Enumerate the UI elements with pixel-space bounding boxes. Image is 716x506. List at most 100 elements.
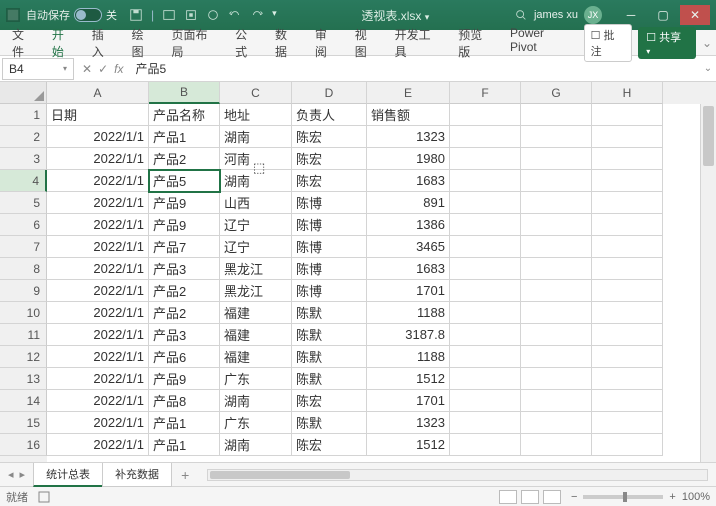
cell[interactable]: 广东 xyxy=(220,412,292,434)
cell[interactable]: 陈宏 xyxy=(292,126,367,148)
cell[interactable] xyxy=(592,412,663,434)
cell[interactable]: 3187.8 xyxy=(367,324,450,346)
ribbon-tab-10[interactable]: 预览版 xyxy=(450,22,502,64)
macro-icon[interactable] xyxy=(38,491,50,503)
cell[interactable]: 1323 xyxy=(367,126,450,148)
row-header[interactable]: 10 xyxy=(0,302,47,324)
qat-icon-3[interactable] xyxy=(206,8,220,22)
row-header[interactable]: 6 xyxy=(0,214,47,236)
formula-expand-icon[interactable]: ⌄ xyxy=(700,63,716,74)
ribbon-tab-3[interactable]: 绘图 xyxy=(124,22,164,64)
cell[interactable] xyxy=(592,126,663,148)
cell[interactable]: 1701 xyxy=(367,390,450,412)
cell[interactable] xyxy=(521,346,592,368)
zoom-in-button[interactable]: + xyxy=(669,491,675,503)
cell[interactable]: 2022/1/1 xyxy=(47,412,149,434)
cell[interactable]: 1386 xyxy=(367,214,450,236)
ribbon-tab-8[interactable]: 视图 xyxy=(347,22,387,64)
cell[interactable] xyxy=(450,236,521,258)
cell[interactable] xyxy=(521,412,592,434)
cell[interactable] xyxy=(592,346,663,368)
cell[interactable] xyxy=(450,148,521,170)
row-header[interactable]: 2 xyxy=(0,126,47,148)
cell[interactable]: 产品2 xyxy=(149,302,220,324)
cell[interactable] xyxy=(521,104,592,126)
cell[interactable] xyxy=(521,434,592,456)
column-header[interactable]: A xyxy=(47,82,149,104)
cell[interactable] xyxy=(592,368,663,390)
ribbon-tab-5[interactable]: 公式 xyxy=(227,22,267,64)
cell[interactable]: 2022/1/1 xyxy=(47,236,149,258)
cell[interactable]: 辽宁 xyxy=(220,236,292,258)
cell[interactable]: 黑龙江 xyxy=(220,280,292,302)
cell[interactable]: 2022/1/1 xyxy=(47,302,149,324)
row-header[interactable]: 1 xyxy=(0,104,47,126)
view-pagebreak-button[interactable] xyxy=(543,490,561,504)
cell[interactable]: 陈默 xyxy=(292,412,367,434)
column-header[interactable]: G xyxy=(521,82,592,104)
column-header[interactable]: B xyxy=(149,82,220,104)
sheet-tab[interactable]: 补充数据 xyxy=(102,463,172,487)
cell[interactable] xyxy=(521,258,592,280)
cell[interactable]: 2022/1/1 xyxy=(47,192,149,214)
cell[interactable]: 1512 xyxy=(367,434,450,456)
cell[interactable] xyxy=(450,412,521,434)
zoom-level[interactable]: 100% xyxy=(682,491,710,503)
undo-icon[interactable] xyxy=(228,8,242,22)
ribbon-tab-11[interactable]: Power Pivot xyxy=(502,22,582,64)
cell[interactable]: 产品名称 xyxy=(149,104,220,126)
cell[interactable]: 2022/1/1 xyxy=(47,390,149,412)
ribbon-tab-2[interactable]: 插入 xyxy=(84,22,124,64)
cell[interactable]: 2022/1/1 xyxy=(47,214,149,236)
cell[interactable]: 1683 xyxy=(367,170,450,192)
cell[interactable]: 1188 xyxy=(367,302,450,324)
cell[interactable]: 河南 xyxy=(220,148,292,170)
cell[interactable] xyxy=(450,126,521,148)
cell[interactable]: 产品5 xyxy=(149,170,220,192)
cell[interactable] xyxy=(592,280,663,302)
ribbon-collapse-icon[interactable]: ⌄ xyxy=(702,36,712,50)
cell[interactable]: 产品1 xyxy=(149,412,220,434)
cell[interactable] xyxy=(450,390,521,412)
cell[interactable]: 负责人 xyxy=(292,104,367,126)
cell[interactable] xyxy=(592,104,663,126)
cell[interactable]: 陈默 xyxy=(292,302,367,324)
cell[interactable]: 陈默 xyxy=(292,324,367,346)
cell[interactable] xyxy=(450,214,521,236)
cell[interactable]: 陈默 xyxy=(292,346,367,368)
row-header[interactable]: 12 xyxy=(0,346,47,368)
cell[interactable] xyxy=(450,434,521,456)
cell[interactable] xyxy=(592,214,663,236)
cell[interactable]: 黑龙江 xyxy=(220,258,292,280)
cell[interactable]: 1701 xyxy=(367,280,450,302)
cell[interactable]: 产品9 xyxy=(149,192,220,214)
ribbon-tab-4[interactable]: 页面布局 xyxy=(163,22,227,64)
qat-icon-2[interactable] xyxy=(184,8,198,22)
ribbon-tab-7[interactable]: 审阅 xyxy=(307,22,347,64)
name-box[interactable]: B4▾ xyxy=(2,58,74,80)
cancel-formula-icon[interactable]: ✕ xyxy=(82,62,92,76)
minimize-button[interactable]: ─ xyxy=(616,5,646,25)
cell[interactable] xyxy=(450,280,521,302)
close-button[interactable]: ✕ xyxy=(680,5,710,25)
row-header[interactable]: 16 xyxy=(0,434,47,456)
fx-icon[interactable]: fx xyxy=(114,62,123,76)
vertical-scrollbar[interactable] xyxy=(700,104,716,462)
cell[interactable]: 产品8 xyxy=(149,390,220,412)
row-header[interactable]: 11 xyxy=(0,324,47,346)
cell[interactable]: 产品9 xyxy=(149,368,220,390)
sheet-nav-next[interactable]: ▸ xyxy=(18,468,28,481)
cell[interactable] xyxy=(450,258,521,280)
view-normal-button[interactable] xyxy=(499,490,517,504)
cell[interactable] xyxy=(521,302,592,324)
cell[interactable] xyxy=(450,368,521,390)
select-all-corner[interactable] xyxy=(0,82,47,104)
cell[interactable]: 福建 xyxy=(220,302,292,324)
cell[interactable]: 产品2 xyxy=(149,280,220,302)
cell[interactable]: 地址 xyxy=(220,104,292,126)
cell[interactable]: 2022/1/1 xyxy=(47,126,149,148)
cell[interactable]: 广东 xyxy=(220,368,292,390)
row-header[interactable]: 8 xyxy=(0,258,47,280)
cell[interactable]: 产品6 xyxy=(149,346,220,368)
cell[interactable]: 山西 xyxy=(220,192,292,214)
